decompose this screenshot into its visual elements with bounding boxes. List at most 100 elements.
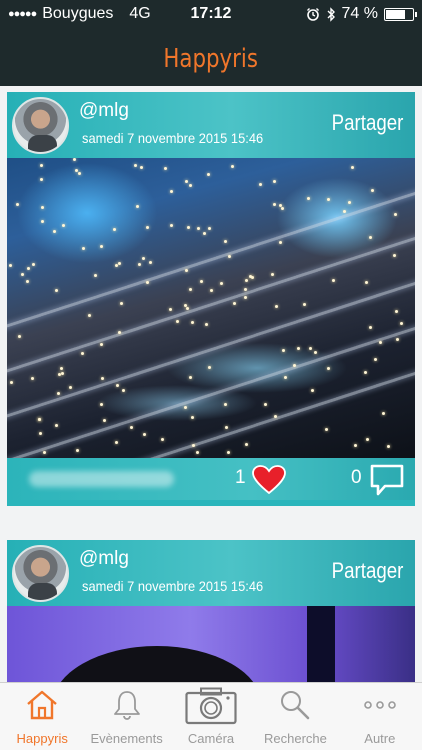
ceiling-light [233, 302, 236, 305]
camera-icon [185, 687, 237, 725]
ceiling-light [82, 247, 85, 250]
ceiling-light [189, 288, 192, 291]
ceiling-light [332, 279, 335, 282]
tab-camera[interactable]: Caméra [169, 683, 253, 750]
ceiling-light [40, 178, 43, 181]
ceiling-light [395, 310, 398, 313]
ceiling-light [170, 224, 173, 227]
heart-icon[interactable] [252, 465, 286, 495]
ceiling-light [100, 245, 103, 248]
ceiling-light [203, 232, 206, 235]
ceiling-light [138, 263, 141, 266]
ceiling-light [271, 273, 274, 276]
ceiling-light [103, 419, 106, 422]
ceiling-light [314, 351, 317, 354]
ceiling-light [210, 289, 213, 292]
ceiling-light [297, 347, 300, 350]
comment-icon[interactable] [369, 463, 405, 497]
battery-icon [384, 7, 417, 21]
ceiling-light [76, 449, 79, 452]
ceiling-light [245, 279, 248, 282]
ceiling-light [382, 412, 385, 415]
ceiling-light [354, 444, 357, 447]
ceiling-light [146, 226, 149, 229]
ceiling-light [379, 341, 382, 344]
ceiling-light [31, 377, 34, 380]
ceiling-band [7, 217, 415, 382]
ceiling-light [259, 183, 262, 186]
post-photo[interactable] [7, 606, 415, 682]
tab-happyris[interactable]: Happyris [0, 683, 84, 750]
ceiling-light [343, 210, 346, 213]
ceiling-light [118, 331, 121, 334]
ceiling-light [21, 273, 24, 276]
ceiling-band [7, 262, 415, 427]
tab-label: Autre [364, 731, 396, 746]
post-card: @mlg samedi 7 novembre 2015 15:46 Partag… [7, 92, 415, 506]
tab-label: Happyris [16, 731, 68, 746]
ceiling-light [32, 263, 35, 266]
post-footer: 1 0 [7, 458, 415, 500]
ceiling-light [220, 282, 223, 285]
ceiling-light [244, 288, 247, 291]
ceiling-light [184, 406, 187, 409]
photo-subject [52, 646, 262, 682]
app-title: Happyris [163, 44, 259, 74]
ceiling-light [400, 322, 403, 325]
post-date: samedi 7 novembre 2015 15:46 [82, 578, 264, 594]
post-photo[interactable] [7, 158, 415, 458]
ceiling-light [208, 227, 211, 230]
ceiling-light [244, 296, 247, 299]
post-username[interactable]: @mlg [79, 548, 129, 570]
ceiling-light [39, 432, 42, 435]
ceiling-light [140, 166, 143, 169]
ceiling-light [184, 304, 187, 307]
ceiling-light [62, 224, 65, 227]
ceiling-light [94, 274, 97, 277]
ceiling-light [273, 203, 276, 206]
post-date: samedi 7 novembre 2015 15:46 [82, 130, 264, 146]
ceiling-light [282, 349, 285, 352]
tab-autre[interactable]: Autre [338, 683, 422, 750]
share-button[interactable]: Partager [331, 110, 403, 136]
ceiling-light [273, 180, 276, 183]
post-header: @mlg samedi 7 novembre 2015 15:46 Partag… [7, 540, 415, 606]
tab-evenements[interactable]: Evènements [84, 683, 168, 750]
ceiling-light [136, 205, 139, 208]
ceiling-light [101, 377, 104, 380]
status-bar: ●●●●● Bouygues 4G 17:12 74 % [0, 0, 422, 30]
ceiling-light [130, 426, 133, 429]
ceiling-light [88, 314, 91, 317]
feed[interactable]: @mlg samedi 7 novembre 2015 15:46 Partag… [0, 86, 422, 682]
ceiling-light [275, 305, 278, 308]
ceiling-light [55, 289, 58, 292]
share-button[interactable]: Partager [331, 558, 403, 584]
ceiling-light [309, 347, 312, 350]
ceiling-light [371, 189, 374, 192]
ceiling-light [279, 241, 282, 244]
ceiling-light [227, 451, 230, 454]
tab-recherche[interactable]: Recherche [253, 683, 337, 750]
post-username[interactable]: @mlg [79, 100, 129, 122]
ceiling-light [365, 281, 368, 284]
ceiling-light [327, 367, 330, 370]
ceiling-light [245, 443, 248, 446]
post-card: @mlg samedi 7 novembre 2015 15:46 Partag… [7, 540, 415, 682]
ceiling-light [189, 184, 192, 187]
ceiling-light [224, 240, 227, 243]
search-icon [281, 691, 310, 720]
ceiling-light [293, 364, 296, 367]
ceiling-light [393, 254, 396, 257]
ceiling-light [9, 264, 12, 267]
battery-percent: 74 % [341, 5, 378, 22]
ceiling-light [303, 303, 306, 306]
ceiling-light [364, 371, 367, 374]
bluetooth-icon [327, 6, 335, 22]
ceiling-light [142, 257, 145, 260]
avatar[interactable] [12, 97, 69, 154]
ceiling-light [16, 203, 19, 206]
post-header: @mlg samedi 7 novembre 2015 15:46 Partag… [7, 92, 415, 158]
avatar[interactable] [12, 545, 69, 602]
ceiling-light [228, 255, 231, 258]
ceiling-light [161, 438, 164, 441]
